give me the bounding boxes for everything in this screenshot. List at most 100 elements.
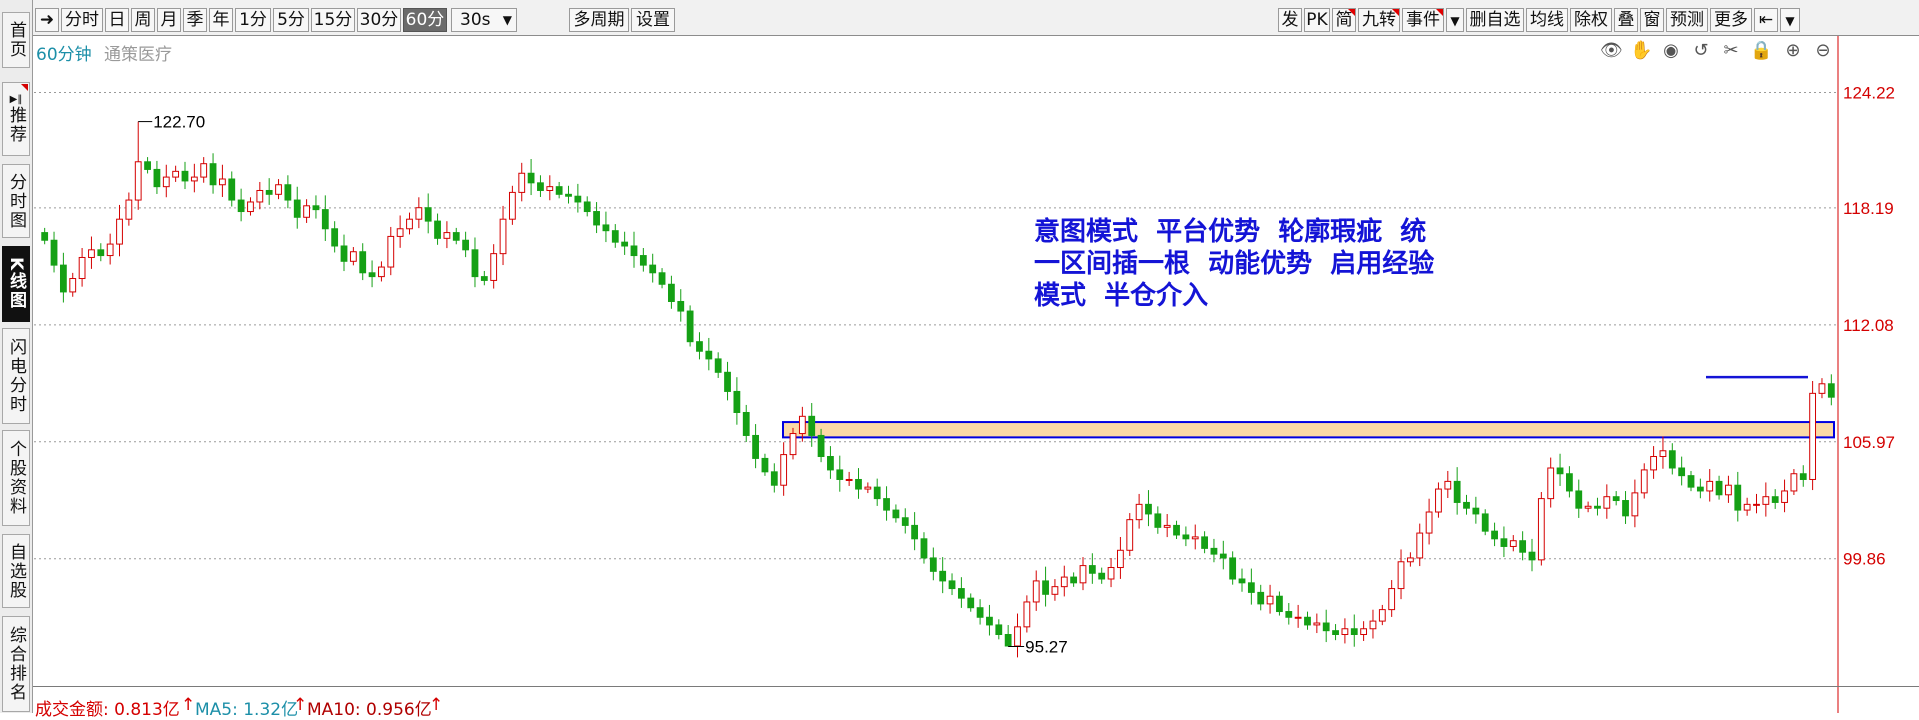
- candle-body: [602, 224, 610, 232]
- candle: [312, 195, 320, 219]
- candle: [1509, 535, 1517, 552]
- candle: [125, 192, 133, 226]
- candle: [780, 442, 788, 496]
- candle: [686, 305, 694, 347]
- candle: [1070, 572, 1078, 587]
- candle: [452, 227, 460, 245]
- candle-body: [565, 193, 572, 197]
- candle-body: [546, 186, 554, 191]
- candle: [1743, 497, 1751, 516]
- candle-body: [200, 163, 208, 178]
- candle: [911, 512, 919, 551]
- candle-body: [1463, 501, 1470, 509]
- candle-body: [452, 232, 460, 241]
- candle-body: [1229, 557, 1237, 580]
- candle: [41, 227, 49, 245]
- candle: [1350, 614, 1358, 647]
- candle-body: [1247, 582, 1255, 593]
- candle-body: [892, 509, 900, 519]
- candle-body: [901, 517, 909, 526]
- candle-body: [1594, 505, 1601, 509]
- candle: [50, 231, 58, 273]
- candle-body: [883, 498, 890, 511]
- candle: [808, 403, 816, 447]
- candle-body: [69, 278, 77, 293]
- candle: [59, 252, 67, 303]
- candle: [434, 213, 441, 245]
- candle-body: [1117, 549, 1124, 569]
- candle: [1313, 613, 1321, 634]
- high-marker: 122.70: [138, 113, 205, 132]
- candle-body: [789, 433, 797, 456]
- candle: [1425, 498, 1433, 545]
- candle: [378, 261, 385, 282]
- candle-body: [1640, 469, 1648, 494]
- candle-body: [1631, 492, 1639, 517]
- candle-body: [555, 186, 563, 195]
- candle-body: [1771, 496, 1779, 503]
- candle-body: [677, 300, 685, 312]
- candle-body: [1060, 576, 1068, 588]
- candle: [1435, 482, 1442, 518]
- candle-body: [265, 189, 273, 195]
- candle-body: [349, 251, 357, 262]
- candle: [1528, 538, 1536, 572]
- candle-body: [957, 588, 965, 599]
- candle: [209, 153, 217, 194]
- candle-body: [1219, 553, 1227, 559]
- candle: [724, 361, 731, 401]
- candle-body: [237, 199, 245, 213]
- candle-body: [359, 251, 367, 274]
- candle-body: [770, 471, 778, 486]
- candle-body: [480, 276, 488, 281]
- candle-body: [1537, 498, 1545, 561]
- candle: [677, 289, 685, 322]
- candle: [1809, 381, 1817, 491]
- price-tick-label: 118.19: [1843, 199, 1894, 218]
- candle-body: [1706, 480, 1714, 492]
- candle: [1416, 523, 1424, 567]
- candle-body: [611, 230, 619, 243]
- candle-body: [1827, 383, 1835, 398]
- candle: [1014, 613, 1021, 658]
- candle-body: [59, 264, 67, 293]
- candle: [1481, 509, 1489, 536]
- ma10-label: MA10: 0.956亿: [307, 700, 432, 720]
- candle-body: [41, 232, 49, 241]
- candle: [892, 504, 900, 523]
- candle: [1631, 479, 1639, 528]
- turnover-amount-label: 成交金额: 0.813亿: [35, 700, 180, 720]
- candle-body: [97, 249, 105, 257]
- candle: [827, 446, 834, 479]
- candle-body: [911, 524, 919, 540]
- candle-body: [1079, 565, 1087, 584]
- candle-body: [144, 161, 151, 170]
- candle: [1594, 497, 1601, 516]
- candle: [555, 181, 563, 199]
- candle: [883, 486, 890, 521]
- candle: [284, 175, 292, 209]
- candle: [1678, 456, 1686, 486]
- candle: [1266, 584, 1274, 614]
- candle-body: [995, 624, 1003, 635]
- up-arrow-icon: ↑: [293, 695, 308, 715]
- candle-body: [1276, 595, 1283, 613]
- candle-body: [920, 538, 928, 559]
- candle: [349, 247, 357, 266]
- candle: [1023, 595, 1031, 633]
- candle: [1556, 453, 1564, 486]
- candle-body: [1425, 511, 1433, 534]
- candle-body: [1622, 500, 1629, 517]
- candles: [41, 121, 1835, 658]
- candle-body: [1313, 622, 1321, 626]
- candle: [901, 508, 909, 534]
- candle: [1042, 566, 1049, 607]
- candle-body: [387, 235, 395, 268]
- candle: [995, 619, 1003, 640]
- candle: [1247, 568, 1255, 605]
- candle: [1453, 467, 1461, 515]
- candle-body: [190, 176, 198, 182]
- low-marker-label: 95.27: [1025, 638, 1068, 657]
- kline-chart[interactable]: 124.22 118.19 112.08 105.97 99.86 122.70 95.…: [0, 0, 1919, 713]
- candle-body: [181, 170, 189, 182]
